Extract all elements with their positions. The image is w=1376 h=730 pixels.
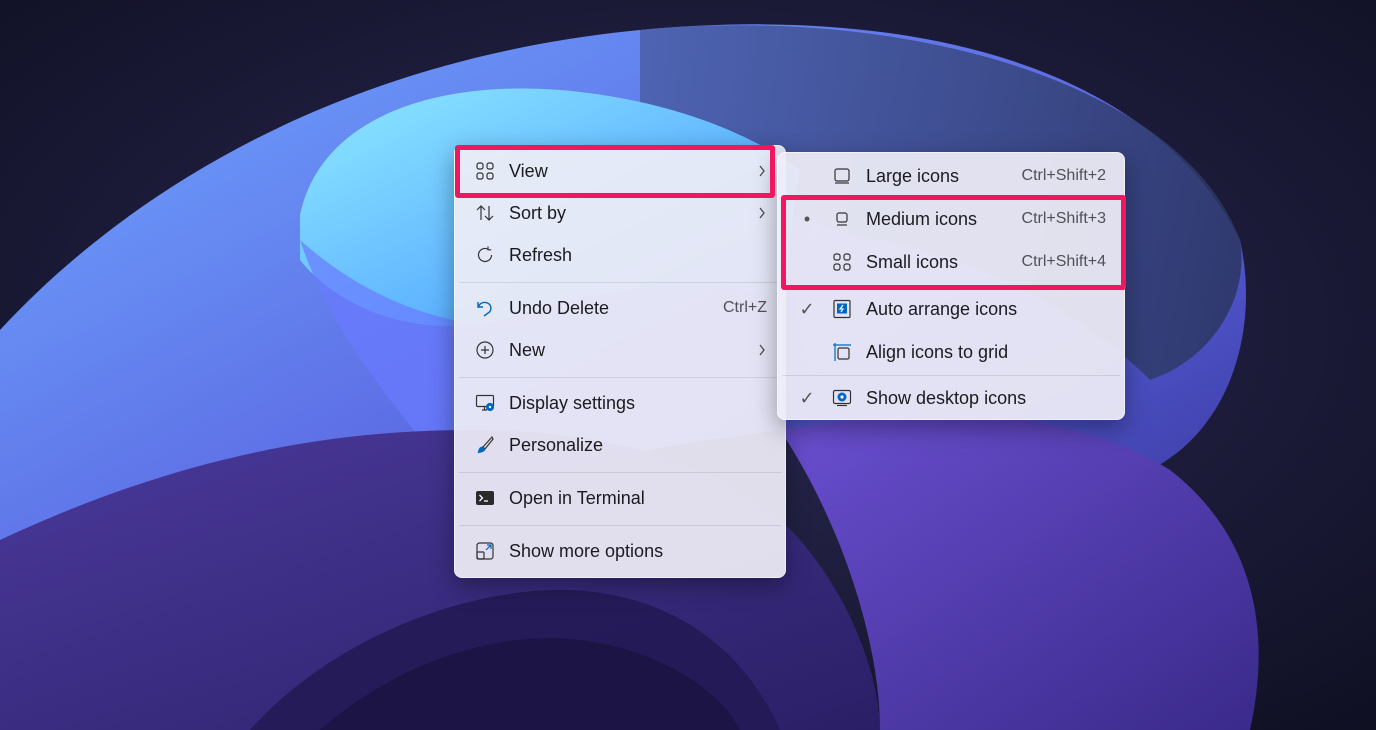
keyboard-shortcut: Ctrl+Shift+2: [1021, 167, 1106, 184]
menu-item-show-more-options[interactable]: Show more options: [459, 531, 781, 571]
auto-arrange-icon: [832, 299, 852, 319]
submenu-item-show-desktop-icons[interactable]: ✓ Show desktop icons: [782, 378, 1120, 418]
menu-item-new[interactable]: New: [459, 330, 781, 370]
submenu-item-label: Large icons: [866, 165, 960, 186]
large-icons-icon: [832, 166, 852, 186]
brush-icon: [475, 435, 495, 455]
undo-icon: [475, 298, 495, 318]
align-grid-icon: [832, 342, 852, 362]
chevron-right-icon: [757, 341, 767, 359]
submenu-item-align-icons-to-grid[interactable]: Align icons to grid: [782, 332, 1120, 372]
menu-item-personalize[interactable]: Personalize: [459, 425, 781, 465]
menu-separator: [459, 282, 781, 283]
submenu-item-label: Align icons to grid: [866, 341, 1009, 362]
keyboard-shortcut: Ctrl+Z: [723, 299, 767, 316]
submenu-item-label: Auto arrange icons: [866, 298, 1018, 319]
menu-separator: [459, 525, 781, 526]
plus-circle-icon: [475, 340, 495, 360]
menu-item-label: Undo Delete: [509, 297, 610, 318]
chevron-right-icon: [757, 204, 767, 222]
menu-item-sort-by[interactable]: Sort by: [459, 193, 781, 233]
checkmark-icon: ✓: [799, 387, 815, 408]
menu-item-open-in-terminal[interactable]: Open in Terminal: [459, 478, 781, 518]
menu-separator: [459, 472, 781, 473]
menu-item-label: Open in Terminal: [509, 487, 645, 508]
highlight-medium-small-icons: [781, 195, 1126, 290]
menu-item-label: Show more options: [509, 540, 664, 561]
menu-separator: [782, 375, 1120, 376]
menu-item-label: New: [509, 339, 546, 360]
menu-item-label: Sort by: [509, 202, 567, 223]
menu-item-label: Refresh: [509, 244, 573, 265]
menu-item-undo-delete[interactable]: Undo Delete Ctrl+Z: [459, 288, 781, 328]
terminal-icon: [475, 488, 495, 508]
menu-item-label: Personalize: [509, 434, 604, 455]
menu-item-label: Display settings: [509, 392, 636, 413]
submenu-item-large-icons[interactable]: Large icons Ctrl+Shift+2: [782, 156, 1120, 196]
checkmark-icon: ✓: [799, 298, 815, 319]
sort-arrows-icon: [475, 203, 495, 223]
menu-item-refresh[interactable]: Refresh: [459, 235, 781, 275]
expand-icon: [475, 541, 495, 561]
state-mark: [798, 166, 816, 186]
menu-separator: [459, 377, 781, 378]
desktop-context-menu: View Sort by Refresh Undo Delete Ctrl+Z …: [454, 145, 786, 578]
display-settings-icon: [475, 393, 495, 413]
submenu-item-label: Show desktop icons: [866, 387, 1027, 408]
submenu-item-auto-arrange-icons[interactable]: ✓ Auto arrange icons: [782, 289, 1120, 329]
highlight-view-item: [455, 145, 775, 198]
refresh-icon: [475, 245, 495, 265]
state-mark: [798, 342, 816, 362]
desktop-icon: [832, 388, 852, 408]
menu-item-display-settings[interactable]: Display settings: [459, 383, 781, 423]
